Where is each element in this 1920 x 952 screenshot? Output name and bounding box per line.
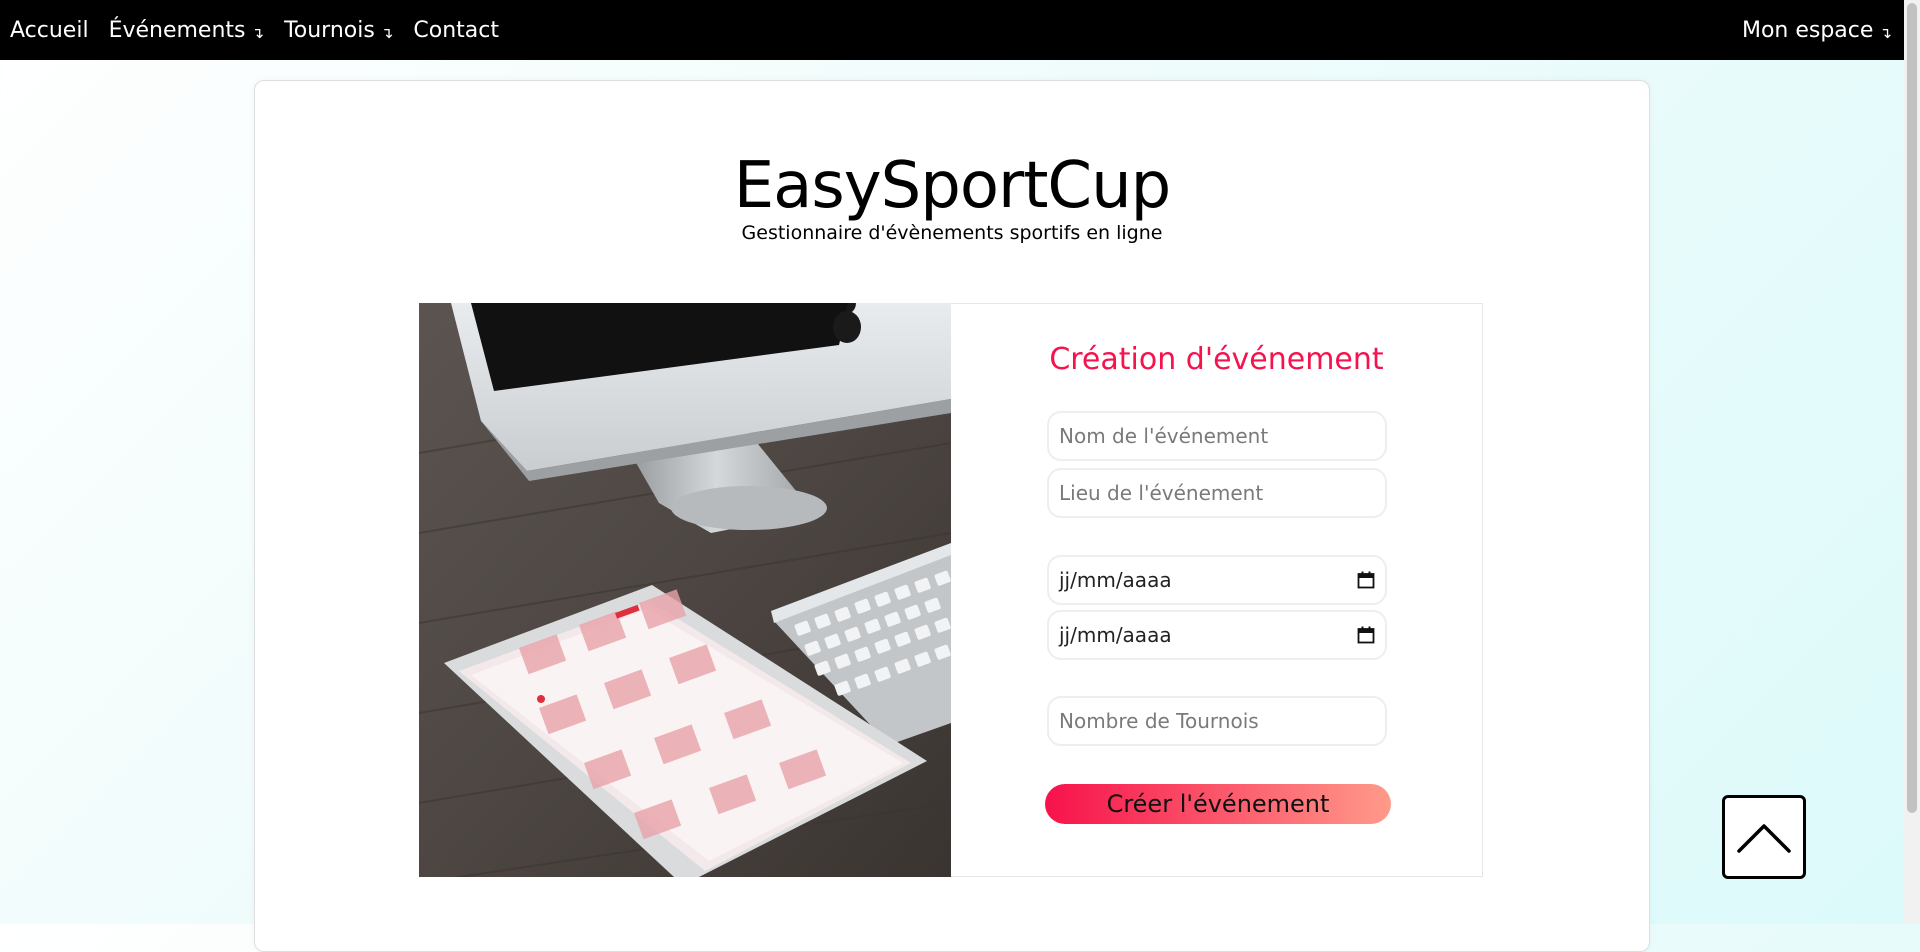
calendar-icon[interactable] <box>1357 626 1375 644</box>
desk-photo-illustration <box>419 303 951 877</box>
brand-subtitle: Gestionnaire d'évènements sportifs en li… <box>741 222 1163 244</box>
scroll-to-top-button[interactable] <box>1722 795 1806 879</box>
nav-item-tournois[interactable]: Tournois ↴ <box>274 0 403 60</box>
event-location-input[interactable] <box>1047 468 1387 518</box>
end-date-input[interactable]: jj/mm/aaaa <box>1047 610 1387 660</box>
nav-item-evenements[interactable]: Événements ↴ <box>99 0 275 60</box>
nav-item-contact[interactable]: Contact <box>403 0 509 60</box>
nav-item-label: Événements <box>108 17 246 43</box>
dropdown-arrow-icon: ↴ <box>380 24 394 42</box>
tournament-count-input[interactable] <box>1047 696 1387 746</box>
nav-item-label: Mon espace <box>1741 17 1874 43</box>
main-card: EasySportCup Gestionnaire d'évènements s… <box>254 80 1650 952</box>
date-placeholder: jj/mm/aaaa <box>1059 568 1172 592</box>
brand-title: EasySportCup <box>733 149 1172 223</box>
event-name-input[interactable] <box>1047 411 1387 461</box>
event-creation-form: Création d'événement jj/mm/aaaa jj/mm/aa… <box>951 303 1483 877</box>
nav-item-label: Accueil <box>10 17 89 43</box>
desk-illustration <box>419 303 951 877</box>
form-title: Création d'événement <box>1049 342 1384 377</box>
chevron-up-icon <box>1737 824 1791 853</box>
scrollbar-thumb[interactable] <box>1907 3 1917 813</box>
nav-item-accueil[interactable]: Accueil <box>0 0 99 60</box>
dropdown-arrow-icon: ↴ <box>1879 24 1892 42</box>
nav-item-label: Contact <box>413 17 499 43</box>
dropdown-arrow-icon: ↴ <box>251 24 265 42</box>
date-placeholder: jj/mm/aaaa <box>1059 623 1172 647</box>
create-event-button[interactable]: Créer l'événement <box>1045 784 1391 824</box>
calendar-icon[interactable] <box>1357 571 1375 589</box>
nav-item-label: Tournois <box>284 17 375 43</box>
top-navigation: Accueil Événements ↴ Tournois ↴ Contact … <box>0 0 1904 60</box>
page-scrollbar[interactable] <box>1904 0 1920 924</box>
nav-item-mon-espace[interactable]: Mon espace ↴ <box>1732 0 1904 60</box>
start-date-input[interactable]: jj/mm/aaaa <box>1047 555 1387 605</box>
